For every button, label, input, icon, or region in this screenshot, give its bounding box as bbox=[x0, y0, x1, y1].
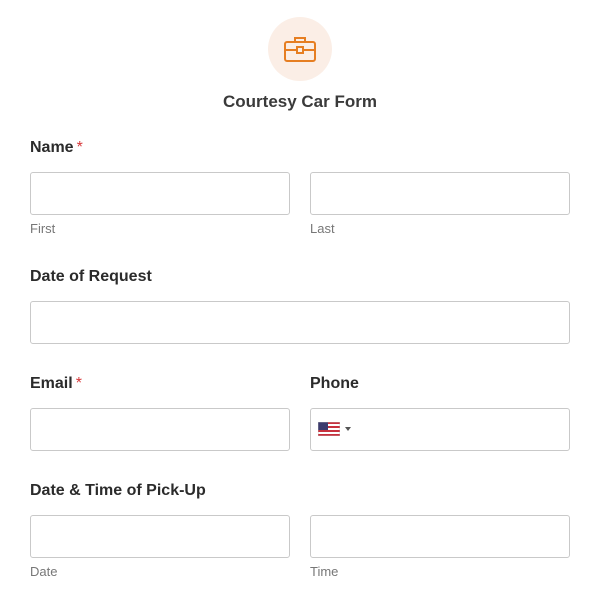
last-name-sublabel: Last bbox=[310, 221, 335, 236]
us-flag-icon bbox=[318, 422, 340, 436]
last-name-input[interactable] bbox=[310, 172, 570, 215]
briefcase-icon bbox=[284, 37, 316, 62]
name-label: Name * bbox=[30, 139, 83, 157]
email-label-text: Email bbox=[30, 375, 73, 392]
form-page: Courtesy Car Form Name * First Last Date … bbox=[0, 0, 600, 600]
email-label: Email * bbox=[30, 375, 82, 393]
pickup-date-sublabel: Date bbox=[30, 564, 58, 579]
date-of-request-label: Date of Request bbox=[30, 268, 152, 285]
phone-label: Phone bbox=[310, 375, 359, 392]
form-title: Courtesy Car Form bbox=[223, 92, 377, 111]
country-code-dropdown[interactable] bbox=[318, 422, 351, 436]
first-name-sublabel: First bbox=[30, 221, 56, 236]
date-of-request-input[interactable] bbox=[30, 301, 570, 344]
pickup-time-sublabel: Time bbox=[310, 564, 339, 579]
pickup-time-input[interactable] bbox=[310, 515, 570, 558]
pickup-label: Date & Time of Pick-Up bbox=[30, 482, 206, 499]
chevron-down-icon bbox=[345, 427, 351, 431]
required-marker: * bbox=[76, 139, 83, 156]
required-marker: * bbox=[75, 375, 82, 392]
email-input[interactable] bbox=[30, 408, 290, 451]
first-name-input[interactable] bbox=[30, 172, 290, 215]
name-label-text: Name bbox=[30, 139, 74, 156]
form-icon-badge bbox=[268, 17, 332, 81]
pickup-date-input[interactable] bbox=[30, 515, 290, 558]
